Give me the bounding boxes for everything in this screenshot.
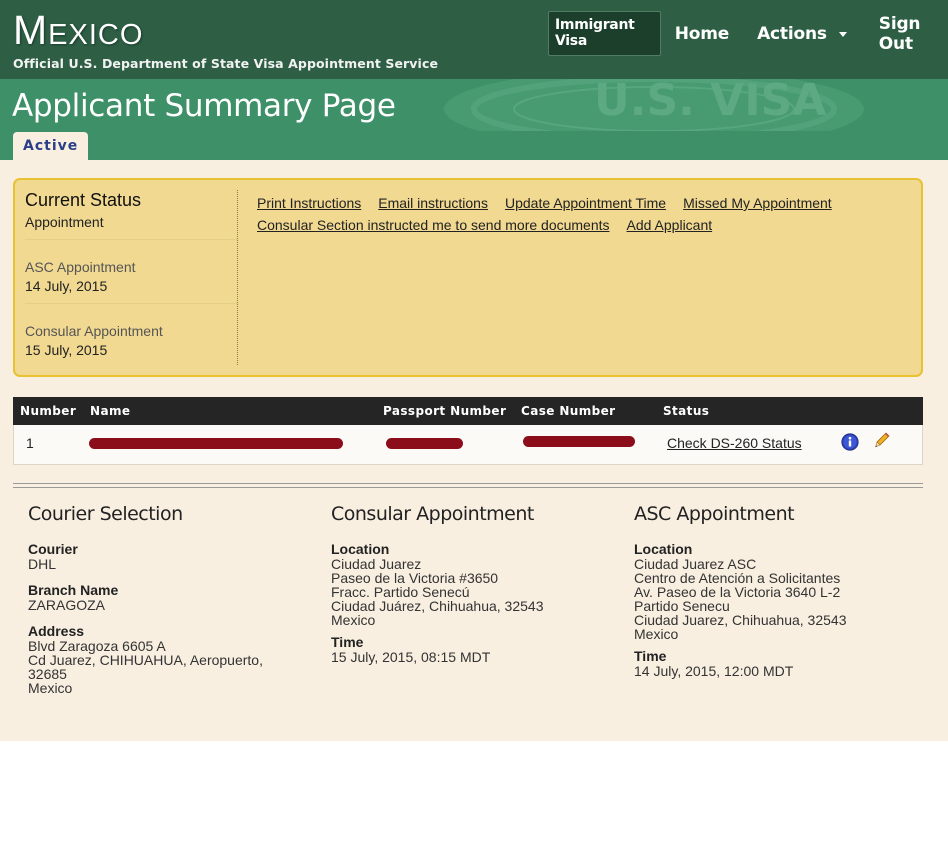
address-line: Cd Juarez, CHIHUAHUA, Aeropuerto,	[28, 652, 263, 668]
visa-type-button[interactable]: Immigrant Visa	[548, 11, 661, 56]
asc-appointment-label: ASC Appointment	[25, 259, 136, 275]
main-content: Current Status Appointment ASC Appointme…	[0, 160, 948, 741]
nav-actions-dropdown[interactable]: Actions	[757, 24, 847, 44]
page-title: Applicant Summary Page	[12, 88, 396, 124]
asc-appointment-section: ASC Appointment Location Ciudad Juarez A…	[634, 503, 924, 689]
courier-selection-title: Courier Selection	[28, 503, 183, 525]
location-line: Mexico	[331, 612, 376, 628]
redacted-passport-number	[386, 438, 463, 449]
consular-appointment-date: 15 July, 2015	[25, 342, 108, 358]
branch-block: Branch Name ZARAGOZA	[28, 582, 318, 612]
us-visa-watermark: U.S. VISA	[444, 79, 864, 131]
time-value: 15 July, 2015, 08:15 MDT	[331, 649, 491, 665]
col-header-passport: Passport Number	[383, 404, 507, 418]
nav-sign-out-link[interactable]: Sign Out	[879, 14, 948, 54]
applicants-table: Number Name Passport Number Case Number …	[13, 397, 923, 465]
col-header-number: Number	[20, 404, 77, 418]
redacted-case-number	[523, 436, 635, 447]
address-label: Address	[28, 623, 85, 639]
divider	[25, 303, 239, 304]
address-line: 32685	[28, 666, 67, 682]
time-value: 14 July, 2015, 12:00 MDT	[634, 663, 794, 679]
divider	[25, 239, 239, 240]
tab-active[interactable]: Active	[13, 132, 89, 160]
info-icon[interactable]	[841, 433, 859, 451]
courier-label: Courier	[28, 541, 78, 557]
table-header: Number Name Passport Number Case Number …	[13, 397, 923, 425]
brand-subtitle: Official U.S. Department of State Visa A…	[13, 56, 439, 71]
branch-name-label: Branch Name	[28, 582, 119, 598]
location-line: Ciudad Juarez	[331, 556, 422, 572]
current-status-panel: Current Status Appointment ASC Appointme…	[13, 178, 923, 377]
branch-name-value: ZARAGOZA	[28, 597, 106, 613]
col-header-name: Name	[90, 404, 131, 418]
courier-value: DHL	[28, 556, 57, 572]
col-header-status: Status	[663, 404, 710, 418]
consular-time-block: Time 15 July, 2015, 08:15 MDT	[331, 634, 621, 664]
location-label: Location	[331, 541, 390, 557]
send-more-documents-link[interactable]: Consular Section instructed me to send m…	[257, 217, 610, 233]
top-header: Mexico Official U.S. Department of State…	[0, 0, 948, 79]
address-line: Mexico	[28, 680, 73, 696]
status-summary: Current Status Appointment ASC Appointme…	[25, 190, 239, 358]
vertical-divider	[237, 190, 238, 365]
location-line: Ciudad Juárez, Chihuahua, 32543	[331, 598, 544, 614]
location-line: Paseo de la Victoria #3650	[331, 570, 499, 586]
action-links: Print Instructions Email instructions Upda…	[257, 192, 897, 236]
row-number: 1	[26, 435, 34, 451]
watermark-text: U.S. VISA	[594, 79, 826, 126]
pencil-icon[interactable]	[873, 431, 891, 451]
redacted-name	[89, 438, 343, 449]
check-ds260-status-link[interactable]: Check DS-260 Status	[667, 435, 802, 451]
address-block: Address Blvd Zaragoza 6605 A Cd Juarez, …	[28, 623, 318, 695]
courier-block: Courier DHL	[28, 541, 318, 571]
asc-time-block: Time 14 July, 2015, 12:00 MDT	[634, 648, 924, 678]
print-instructions-link[interactable]: Print Instructions	[257, 195, 361, 211]
location-line: Partido Senecu	[634, 598, 730, 614]
consular-appointment-title: Consular Appointment	[331, 503, 534, 525]
update-appointment-time-link[interactable]: Update Appointment Time	[505, 195, 666, 211]
current-status-title: Current Status	[25, 190, 142, 210]
consular-appointment-label: Consular Appointment	[25, 323, 163, 339]
main-nav: Immigrant Visa Home Actions Sign Out	[548, 11, 948, 56]
missed-appointment-link[interactable]: Missed My Appointment	[683, 195, 832, 211]
time-label: Time	[634, 648, 667, 664]
nav-actions-label: Actions	[757, 23, 827, 44]
location-line: Mexico	[634, 626, 679, 642]
table-row: 1 Check DS-260 Status	[13, 425, 923, 465]
section-divider	[13, 483, 923, 488]
asc-appointment-date: 14 July, 2015	[25, 278, 108, 294]
page-banner: U.S. VISA Applicant Summary Page Active	[0, 79, 948, 160]
time-label: Time	[331, 634, 364, 650]
current-status-value: Appointment	[25, 214, 104, 230]
nav-home-link[interactable]: Home	[675, 24, 730, 44]
add-applicant-link[interactable]: Add Applicant	[627, 217, 713, 233]
caret-down-icon	[838, 32, 847, 37]
location-line: Av. Paseo de la Victoria 3640 L-2	[634, 584, 841, 600]
location-line: Fracc. Partido Senecú	[331, 584, 470, 600]
location-label: Location	[634, 541, 693, 557]
location-line: Ciudad Juarez ASC	[634, 556, 757, 572]
brand: Mexico Official U.S. Department of State…	[13, 6, 438, 71]
consular-appointment-section: Consular Appointment Location Ciudad Jua…	[331, 503, 621, 675]
location-line: Ciudad Juarez, Chihuahua, 32543	[634, 612, 847, 628]
asc-appointment-title: ASC Appointment	[634, 503, 795, 525]
email-instructions-link[interactable]: Email instructions	[378, 195, 488, 211]
col-header-case: Case Number	[521, 404, 616, 418]
consular-location-block: Location Ciudad Juarez Paseo de la Victo…	[331, 541, 621, 627]
address-line: Blvd Zaragoza 6605 A	[28, 638, 166, 654]
location-line: Centro de Atención a Solicitantes	[634, 570, 841, 586]
courier-selection-section: Courier Selection Courier DHL Branch Nam…	[28, 503, 318, 706]
asc-location-block: Location Ciudad Juarez ASC Centro de Ate…	[634, 541, 924, 641]
brand-title[interactable]: Mexico	[13, 6, 438, 54]
